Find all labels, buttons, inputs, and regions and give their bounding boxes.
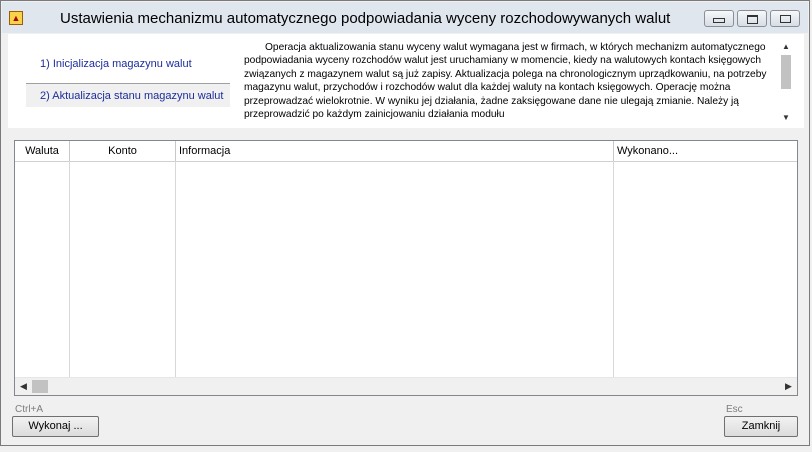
scroll-up-icon[interactable]: ▲ [780, 41, 792, 52]
close-window-button[interactable] [770, 10, 800, 27]
close-button[interactable]: Zamknij [724, 416, 798, 437]
column-divider [69, 161, 70, 379]
window-title: Ustawienia mechanizmu automatycznego pod… [60, 10, 671, 27]
column-header-wykonano[interactable]: Wykonano... [614, 141, 797, 161]
description-scrollbar[interactable]: ▲ ▼ [780, 41, 792, 123]
scroll-down-icon[interactable]: ▼ [780, 112, 792, 123]
column-header-waluta[interactable]: Waluta [15, 141, 70, 161]
column-divider [175, 161, 176, 379]
minimize-icon [713, 18, 725, 23]
step-update-currency-store[interactable]: 2) Aktualizacja stanu magazynu walut [26, 83, 230, 107]
title-bar[interactable]: ▲ Ustawienia mechanizmu automatycznego p… [2, 2, 808, 33]
restore-button[interactable] [737, 10, 767, 27]
scroll-thumb[interactable] [781, 55, 791, 89]
execute-button[interactable]: Wykonaj ... [12, 416, 99, 437]
results-table[interactable]: Waluta Konto Informacja Wykonano... ◀ ▶ [14, 140, 798, 396]
horizontal-scrollbar[interactable]: ◀ ▶ [15, 377, 797, 395]
horizontal-scroll-thumb[interactable] [32, 380, 48, 393]
scroll-right-icon[interactable]: ▶ [780, 378, 797, 395]
app-icon: ▲ [9, 11, 23, 25]
window-close-icon [779, 15, 791, 23]
description-text: Operacja aktualizowania stanu wyceny wal… [244, 42, 767, 121]
column-divider [613, 161, 614, 379]
dialog-window: ▲ Ustawienia mechanizmu automatycznego p… [0, 0, 810, 446]
restore-icon [746, 15, 758, 24]
scroll-left-icon[interactable]: ◀ [15, 378, 32, 395]
execute-shortcut-hint: Ctrl+A [15, 404, 44, 415]
wizard-panel: 1) Inicjalizacja magazynu walut 2) Aktua… [8, 34, 804, 128]
column-header-konto[interactable]: Konto [70, 141, 176, 161]
step-initialize-currency-store[interactable]: 1) Inicjalizacja magazynu walut [26, 52, 230, 76]
minimize-button[interactable] [704, 10, 734, 27]
table-header: Waluta Konto Informacja Wykonano... [15, 141, 797, 162]
column-header-informacja[interactable]: Informacja [176, 141, 614, 161]
close-shortcut-hint: Esc [726, 404, 743, 415]
